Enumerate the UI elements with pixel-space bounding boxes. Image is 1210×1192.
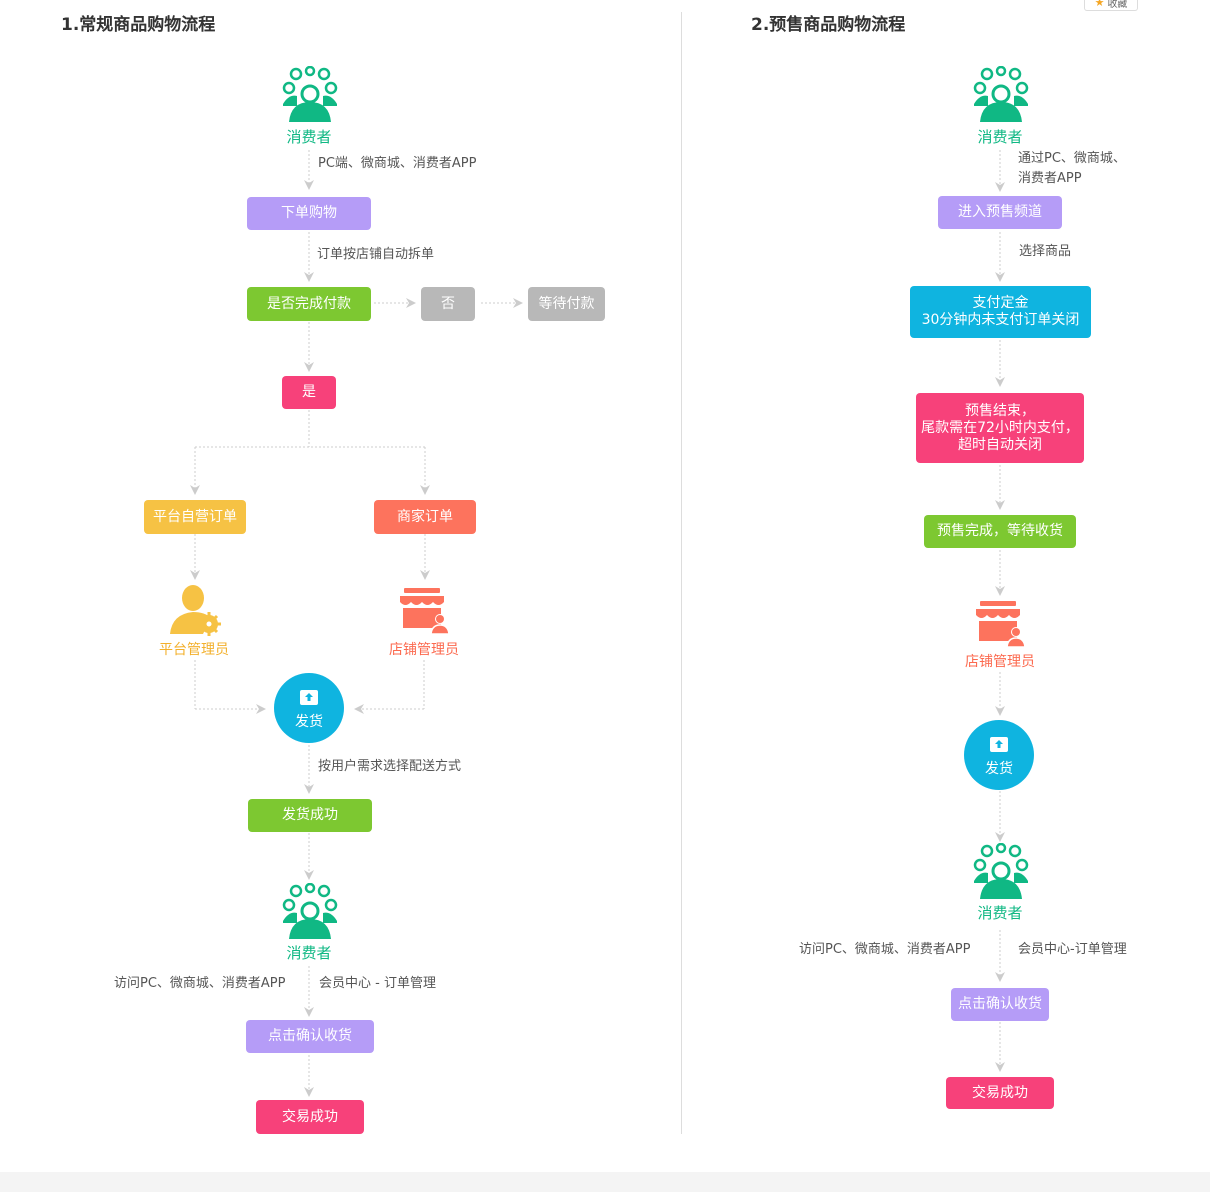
box-presale-done: 预售完成，等待收货 [924,515,1076,548]
consumer-group-icon-bottom [282,883,338,939]
note-member-center-right: 会员中心-订单管理 [1018,942,1127,957]
note-delivery: 按用户需求选择配送方式 [318,759,462,774]
platform-admin-icon [170,585,221,636]
ship-node-left: 发货 [274,673,344,743]
box-no: 否 [421,287,475,321]
note-visit-right: 访问PC、微商城、消费者APP [799,942,971,957]
platform-admin-label: 平台管理员 [159,642,229,658]
box-pay-deposit: 支付定金 30分钟内未支付订单关闭 [910,286,1091,338]
note-channels-right-2: 消费者APP [1018,171,1082,186]
note-member-center: 会员中心 - 订单管理 [319,976,436,991]
consumer-group-icon-right [973,66,1029,122]
note-split-order: 订单按店铺自动拆单 [317,247,435,262]
box-await-payment: 等待付款 [528,287,605,321]
box-deal-success: 交易成功 [256,1100,364,1134]
box-yes: 是 [282,376,336,409]
note-channels-right-1: 通过PC、微商城、 [1018,151,1126,166]
box-confirm-receipt-right: 点击确认收货 [951,988,1049,1021]
consumer-label-bottom-right: 消费者 [977,904,1023,922]
box-presale-end: 预售结束， 尾款需在72小时内支付， 超时自动关闭 [916,393,1084,463]
box-place-order: 下单购物 [247,197,371,230]
deposit-line-2: 30分钟内未支付订单关闭 [921,312,1080,328]
store-admin-icon [400,588,450,634]
consumer-label-top: 消费者 [286,128,332,146]
store-admin-label-left: 店铺管理员 [389,642,459,658]
box-merchant-order: 商家订单 [374,500,476,534]
box-deal-success-right: 交易成功 [946,1077,1054,1109]
box-confirm-receipt: 点击确认收货 [246,1020,374,1053]
store-admin-label-right: 店铺管理员 [965,654,1035,670]
box-platform-order: 平台自营订单 [144,500,246,534]
consumer-group-icon [282,66,338,122]
ship-label-right: 发货 [985,761,1013,777]
presale-end-line-1: 预售结束， [965,402,1035,419]
consumer-label-bottom: 消费者 [286,944,332,962]
note-channels: PC端、微商城、消费者APP [318,156,477,171]
note-choose-product: 选择商品 [1019,244,1072,259]
box-ship-success: 发货成功 [248,799,372,832]
consumer-group-icon-bottom-right [973,843,1029,899]
package-icon-right [990,737,1008,752]
right-flow-title: 2.预售商品购物流程 [751,15,906,35]
package-icon [300,690,318,705]
ship-node-right: 发货 [964,720,1034,790]
deposit-line-1: 支付定金 [972,295,1029,311]
store-admin-icon-right [976,601,1026,647]
consumer-label-top-right: 消费者 [977,128,1023,146]
presale-end-line-2: 尾款需在72小时内支付， [921,419,1079,436]
presale-end-line-3: 超时自动关闭 [958,436,1042,453]
box-payment-complete: 是否完成付款 [247,287,371,321]
box-enter-presale: 进入预售频道 [938,196,1062,229]
left-flow-title: 1.常规商品购物流程 [61,15,216,35]
note-visit: 访问PC、微商城、消费者APP [114,976,286,991]
ship-label-left: 发货 [295,714,323,730]
